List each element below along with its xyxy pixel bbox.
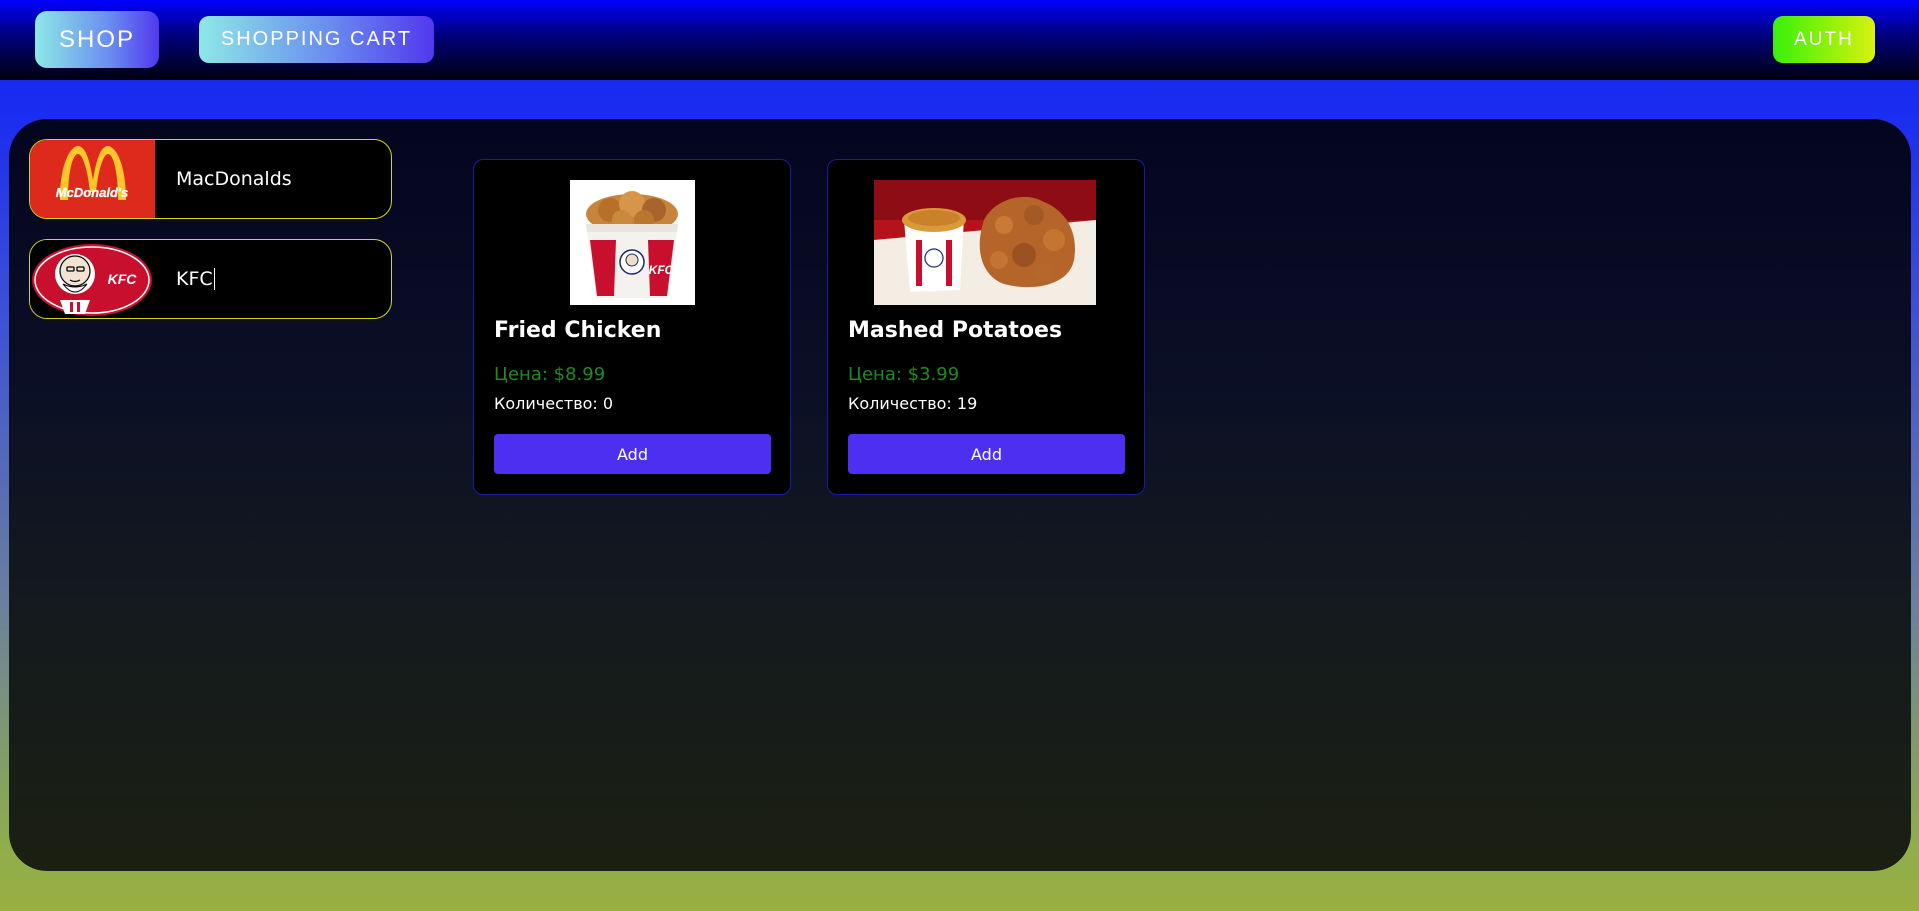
- mcdonalds-logo-icon: McDonald's: [30, 140, 155, 218]
- svg-text:KFC: KFC: [649, 263, 674, 277]
- store-item-macdonalds[interactable]: McDonald's MacDonalds: [29, 139, 392, 219]
- product-title: Mashed Potatoes: [848, 318, 1063, 343]
- product-title: Fried Chicken: [494, 318, 662, 343]
- product-quantity: Количество: 0: [494, 394, 614, 413]
- main-content-panel: McDonald's MacDonalds KFC KFC KFC Fried …: [9, 119, 1911, 871]
- kfc-logo-icon: KFC: [30, 240, 155, 318]
- add-button[interactable]: Add: [494, 434, 771, 474]
- svg-text:KFC: KFC: [108, 271, 138, 287]
- product-quantity: Количество: 19: [848, 394, 978, 413]
- store-name-macdonalds: MacDonalds: [176, 168, 292, 190]
- shop-button[interactable]: SHOP: [35, 11, 159, 68]
- shopping-cart-button[interactable]: SHOPPING CART: [199, 16, 434, 63]
- top-navigation-bar: SHOP SHOPPING CART AUTH: [0, 0, 1919, 80]
- product-card-fried-chicken: KFC Fried Chicken Цена: $8.99 Количество…: [473, 159, 791, 495]
- product-card-mashed-potatoes: Mashed Potatoes Цена: $3.99 Количество: …: [827, 159, 1145, 495]
- mashed-potatoes-image-icon: [874, 180, 1096, 305]
- text-cursor: [213, 268, 215, 290]
- store-item-kfc[interactable]: KFC KFC: [29, 239, 392, 319]
- fried-chicken-bucket-image-icon: KFC: [570, 180, 695, 305]
- product-price: Цена: $3.99: [848, 364, 960, 385]
- add-button[interactable]: Add: [848, 434, 1125, 474]
- store-name-kfc: KFC: [176, 268, 215, 290]
- product-price: Цена: $8.99: [494, 364, 606, 385]
- auth-button[interactable]: AUTH: [1773, 16, 1875, 63]
- svg-text:McDonald's: McDonald's: [56, 185, 128, 200]
